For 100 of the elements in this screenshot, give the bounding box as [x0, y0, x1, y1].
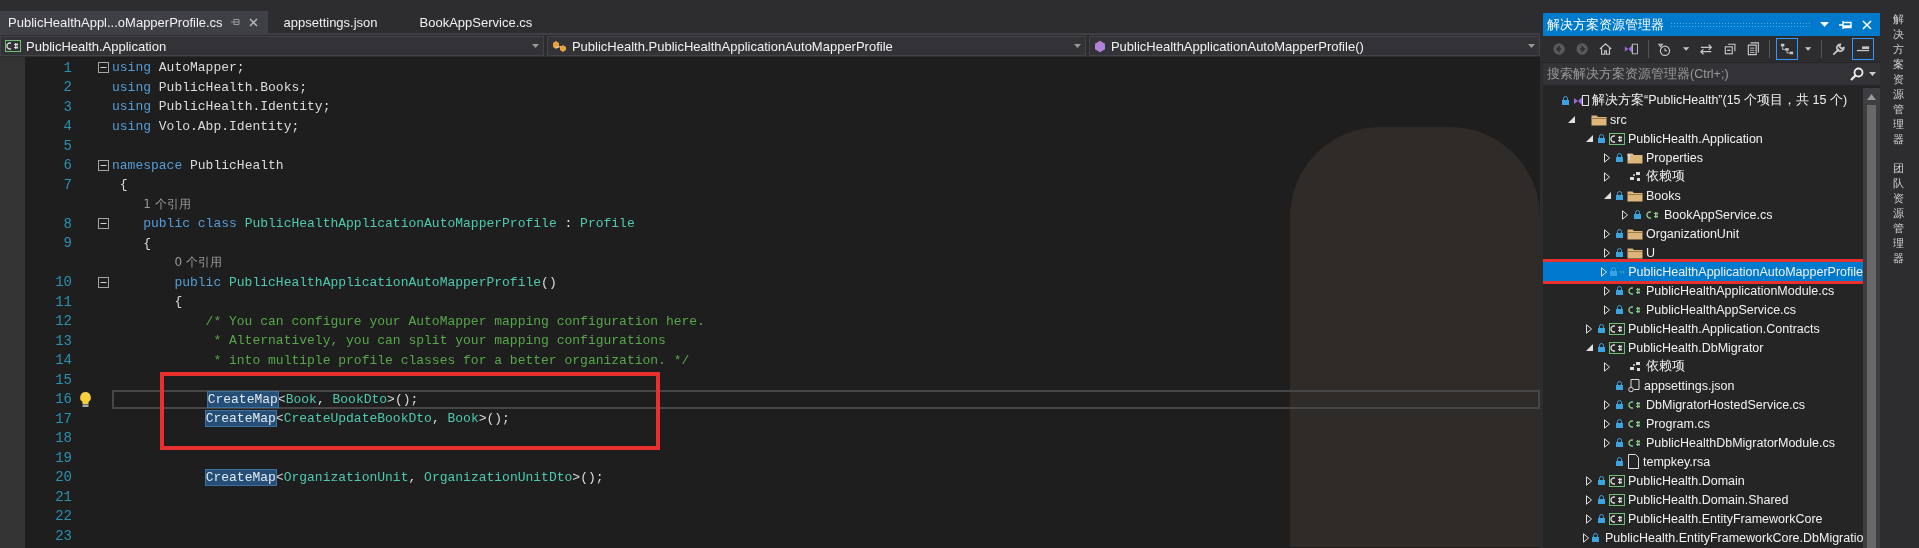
navigation-dropdown[interactable]: PublicHealth.Application	[0, 36, 544, 56]
side-tab[interactable]: 解决方案资源管理器	[1892, 12, 1904, 147]
caret-icon[interactable]	[1683, 47, 1690, 51]
line-number: 23	[54, 527, 73, 544]
tree-item[interactable]: Program.cs	[1543, 414, 1863, 433]
pages-icon[interactable]	[1746, 41, 1760, 57]
code-line: {	[173, 293, 183, 311]
collapsed-arrow-icon[interactable]	[1583, 532, 1589, 543]
collapsed-arrow-icon[interactable]	[1604, 361, 1610, 372]
home-icon[interactable]	[1599, 42, 1613, 56]
caret-icon[interactable]	[1869, 72, 1876, 76]
navigation-dropdown[interactable]: PublicHealth.PublicHealthApplicationAutoMapperProfile	[546, 36, 1086, 56]
line-number: 4	[62, 118, 73, 135]
collapse-icon[interactable]	[98, 62, 109, 74]
tree-item[interactable]: U	[1543, 243, 1863, 262]
scrollbar[interactable]	[1863, 88, 1880, 548]
navigation-dropdown[interactable]: PublicHealthApplicationAutoMapperProfile()	[1088, 36, 1540, 56]
caret-icon	[1073, 44, 1081, 48]
line-number: 6	[62, 157, 73, 174]
csharp-icon	[1609, 493, 1625, 506]
scroll-up-icon[interactable]	[1867, 94, 1876, 100]
collapse-icon[interactable]	[98, 276, 109, 288]
tree-item[interactable]: OrganizationUnit	[1543, 224, 1863, 243]
search-box[interactable]: 搜索解决方案资源管理器(Ctrl+;)	[1543, 63, 1880, 85]
pin-icon[interactable]	[230, 18, 241, 26]
tree-item[interactable]: PublicHealth.Application.Contracts	[1543, 319, 1863, 338]
tree-item[interactable]: PublicHealthDbMigratorModule.cs	[1543, 433, 1863, 452]
line-number: 17	[54, 410, 73, 427]
expanded-arrow-icon[interactable]	[1567, 116, 1575, 123]
sync-icon[interactable]	[1700, 42, 1713, 56]
collapsed-arrow-icon[interactable]	[1586, 494, 1592, 505]
expanded-arrow-icon[interactable]	[1585, 135, 1593, 142]
tree-item[interactable]: PublicHealth.EntityFrameworkCore.DbMigratio	[1543, 528, 1863, 547]
folder-wrench-icon	[1627, 151, 1643, 164]
line-number: 9	[62, 235, 73, 252]
tree-item[interactable]: DbMigratorHostedService.cs	[1543, 395, 1863, 414]
line-number: 15	[54, 371, 73, 388]
side-tab[interactable]: 团队资源管理器	[1892, 161, 1904, 266]
tree-item[interactable]: appsettings.json	[1543, 376, 1863, 395]
tree-item[interactable]: Properties	[1543, 148, 1863, 167]
collapsed-arrow-icon[interactable]	[1586, 323, 1592, 334]
tree-item[interactable]: tempkey.rsa	[1543, 452, 1863, 471]
tree-item[interactable]: PublicHealth.Application	[1543, 129, 1863, 148]
collapsed-arrow-icon[interactable]	[1604, 171, 1610, 182]
caret-icon[interactable]	[1804, 47, 1812, 51]
wrench-icon[interactable]	[1831, 41, 1846, 57]
tree-view-icon[interactable]	[1780, 42, 1794, 56]
code-line: using AutoMapper;	[112, 59, 245, 77]
reference-count-link[interactable]: 1 个引用	[112, 195, 191, 213]
tree-item[interactable]: 依赖项	[1543, 357, 1863, 376]
collapse-icon[interactable]	[98, 218, 109, 230]
csharp-icon	[1627, 398, 1643, 411]
folder-icon	[1591, 113, 1607, 126]
line-number: 3	[62, 98, 73, 115]
line-number: 19	[54, 449, 73, 466]
file-tab[interactable]: BookAppService.cs	[411, 11, 543, 33]
collapse-icon[interactable]	[98, 159, 109, 171]
expanded-arrow-icon[interactable]	[1603, 192, 1611, 199]
preview-icon[interactable]	[1856, 44, 1870, 54]
tree-item[interactable]: PublicHealthApplicationModule.cs	[1543, 281, 1863, 300]
search-icon[interactable]	[1850, 67, 1864, 81]
clock-icon[interactable]	[1658, 41, 1673, 57]
file-tab[interactable]: PublicHealthAppl...oMapperProfile.cs	[0, 11, 268, 33]
collapsed-arrow-icon[interactable]	[1604, 228, 1610, 239]
csharp-icon	[5, 40, 21, 52]
tree-item[interactable]: 依赖项	[1543, 167, 1863, 186]
line-number: 13	[54, 332, 73, 349]
collapsed-arrow-icon[interactable]	[1604, 399, 1610, 410]
expanded-arrow-icon[interactable]	[1585, 344, 1593, 351]
collapsed-arrow-icon[interactable]	[1604, 152, 1610, 163]
file-tab[interactable]: appsettings.json	[275, 11, 388, 33]
collapse-all-icon[interactable]	[1723, 42, 1736, 56]
tree-item[interactable]: BookAppService.cs	[1543, 205, 1863, 224]
solution-icon[interactable]	[1623, 42, 1638, 56]
tree-item[interactable]: PublicHealthApplicationAutoMapperProfile	[1543, 262, 1863, 281]
line-number: 21	[54, 488, 73, 505]
tree-item[interactable]: src	[1543, 110, 1863, 129]
tree-item[interactable]: PublicHealth.Domain.Shared	[1543, 490, 1863, 509]
collapsed-arrow-icon[interactable]	[1586, 475, 1592, 486]
tree-item[interactable]: PublicHealth.Domain	[1543, 471, 1863, 490]
collapsed-arrow-icon[interactable]	[1604, 247, 1610, 258]
csharp-icon	[1609, 341, 1625, 354]
tree-item[interactable]: PublicHealth.DbMigrator	[1543, 338, 1863, 357]
tree-item[interactable]: Books	[1543, 186, 1863, 205]
lightbulb-icon[interactable]	[78, 390, 92, 408]
collapsed-arrow-icon[interactable]	[1586, 513, 1592, 524]
dependencies-icon	[1627, 360, 1643, 373]
tree-item[interactable]: 解决方案“PublicHealth”(15 个项目，共 15 个)	[1543, 91, 1863, 110]
caret-icon[interactable]	[1820, 22, 1829, 27]
collapsed-arrow-icon[interactable]	[1604, 418, 1610, 429]
collapsed-arrow-icon[interactable]	[1604, 285, 1610, 296]
close-icon[interactable]	[248, 17, 258, 27]
collapsed-arrow-icon[interactable]	[1604, 304, 1610, 315]
collapsed-arrow-icon[interactable]	[1622, 209, 1628, 220]
tree-item[interactable]: PublicHealthAppService.cs	[1543, 300, 1863, 319]
tree-item[interactable]: PublicHealth.EntityFrameworkCore	[1543, 509, 1863, 528]
reference-count-link[interactable]: 0 个引用	[112, 254, 222, 272]
collapsed-arrow-icon[interactable]	[1604, 437, 1610, 448]
line-number: 1	[62, 59, 73, 76]
method-icon	[1093, 39, 1106, 53]
